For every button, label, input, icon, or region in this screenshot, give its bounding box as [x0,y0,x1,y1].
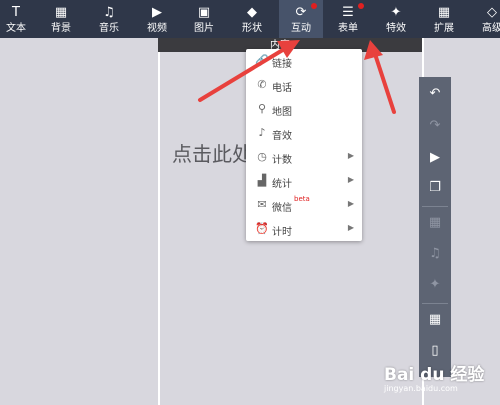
alarm-icon: ⏰ [255,222,269,235]
menu-item-link[interactable]: 🔗 链接 [246,50,362,74]
play-icon: ▶ [430,150,440,165]
wechat-icon: ✉ [257,198,267,211]
menu-item-sound[interactable]: ♪ 音效 [246,122,362,146]
music-icon: ♫ [103,5,115,20]
grid-icon: ▦ [428,215,442,230]
text-icon: T [12,5,20,20]
background-grid-icon: ▦ [54,5,68,20]
mobile-icon: ▯ [431,343,439,358]
link-icon: 🔗 [255,54,269,67]
chevron-right-icon: ▶ [347,151,354,160]
sparkle-icon: ✦ [429,277,441,292]
redo-icon: ↷ [429,118,441,133]
toolbar-item-music[interactable]: ♫ 音乐 [87,0,131,38]
watermark-brand: Bai du 经验 [384,365,485,385]
clock-icon: ◷ [257,150,267,163]
undo-button[interactable]: ↶ [419,79,451,109]
menu-item-label: 计数 [272,155,292,166]
toolbar-item-form[interactable]: ☰ 表单 [326,0,370,38]
toolbar-item-text[interactable]: T 文本 [0,0,38,38]
chevron-right-icon: ▶ [347,199,354,208]
chevron-right-icon: ▶ [347,175,354,184]
image-icon: ▣ [197,5,211,20]
table-button[interactable]: ▦ [419,305,451,335]
toolbar-item-video[interactable]: ▶ 视频 [135,0,179,38]
right-side-toolbar: ↶ ↷ ▶ ❐ ▦ ♫ ✦ ▦ ▯ [419,77,451,377]
toolbar-label: 高级 [482,23,500,34]
toolbar-label: 视频 [147,23,167,34]
menu-item-label: 音效 [272,131,292,142]
sound-icon: ♪ [258,126,266,139]
preview-play-button[interactable]: ▶ [419,143,451,173]
notification-dot [358,3,364,9]
notification-dot [311,3,317,9]
menu-item-label: 计时 [272,227,292,238]
toolbar-label: 互动 [291,23,311,34]
map-pin-icon: ⚲ [257,102,267,115]
watermark: Bai du 经验 jingyan.baidu.com [384,360,496,400]
sparkle-icon: ✦ [390,5,402,20]
toolbar-label: 文本 [6,23,26,34]
watermark-url: jingyan.baidu.com [384,384,458,393]
pages-button[interactable]: ❐ [419,173,451,203]
toolbar-item-advanced[interactable]: ◇ 高级 [470,0,500,38]
toolbar-label: 扩展 [434,23,454,34]
table-icon: ▦ [428,312,442,327]
toolbar-label: 特效 [386,23,406,34]
phone-icon: ✆ [257,78,267,91]
toolbar-label: 表单 [338,23,358,34]
menu-item-timer[interactable]: ⏰ 计时 ▶ [246,218,362,242]
music-icon: ♫ [429,246,441,261]
video-icon: ▶ [152,5,162,20]
shape-icon: ◆ [247,5,257,20]
menu-item-wechat[interactable]: ✉ 微信 beta ▶ [246,194,362,218]
toolbar-label: 图片 [194,23,214,34]
toolbar-label: 音乐 [99,23,119,34]
toolbar-item-image[interactable]: ▣ 图片 [182,0,226,38]
toolbar-label: 背景 [51,23,71,34]
sidebar-divider [422,303,448,304]
beta-badge: beta [294,195,310,203]
toolbar-item-shape[interactable]: ◆ 形状 [230,0,274,38]
menu-item-label: 电话 [272,83,292,94]
interaction-dropdown-menu: 🔗 链接 ✆ 电话 ⚲ 地图 ♪ 音效 ◷ 计数 ▶ ▟ 统计 ▶ ✉ 微信 b… [246,49,362,241]
canvas-placeholder-text[interactable]: 点击此处 [172,138,252,167]
sidebar-divider [422,206,448,207]
menu-item-phone[interactable]: ✆ 电话 [246,74,362,98]
toolbar-item-interaction[interactable]: ⟳ 互动 [279,0,323,38]
redo-button[interactable]: ↷ [419,111,451,141]
grid-button[interactable]: ▦ [419,208,451,238]
apps-icon: ▦ [437,5,451,20]
top-toolbar: T 文本 ▦ 背景 ♫ 音乐 ▶ 视频 ▣ 图片 ◆ 形状 ⟳ 互动 ☰ 表单 … [0,0,500,38]
chevron-right-icon: ▶ [347,223,354,232]
menu-item-label: 统计 [272,179,292,190]
toolbar-label: 形状 [242,23,262,34]
menu-item-map[interactable]: ⚲ 地图 [246,98,362,122]
pages-icon: ❐ [429,180,441,195]
toolbar-item-background[interactable]: ▦ 背景 [39,0,83,38]
effects-button[interactable]: ✦ [419,270,451,300]
menu-item-label: 微信 [272,203,292,214]
diamond-icon: ◇ [487,5,497,20]
chart-icon: ▟ [257,174,267,187]
menu-item-statistics[interactable]: ▟ 统计 ▶ [246,170,362,194]
menu-item-label: 地图 [272,107,292,118]
toolbar-item-extensions[interactable]: ▦ 扩展 [422,0,466,38]
music-button[interactable]: ♫ [419,239,451,269]
toolbar-item-effects[interactable]: ✦ 特效 [374,0,418,38]
undo-icon: ↶ [429,86,441,101]
menu-item-counter[interactable]: ◷ 计数 ▶ [246,146,362,170]
menu-item-label: 链接 [272,59,292,70]
